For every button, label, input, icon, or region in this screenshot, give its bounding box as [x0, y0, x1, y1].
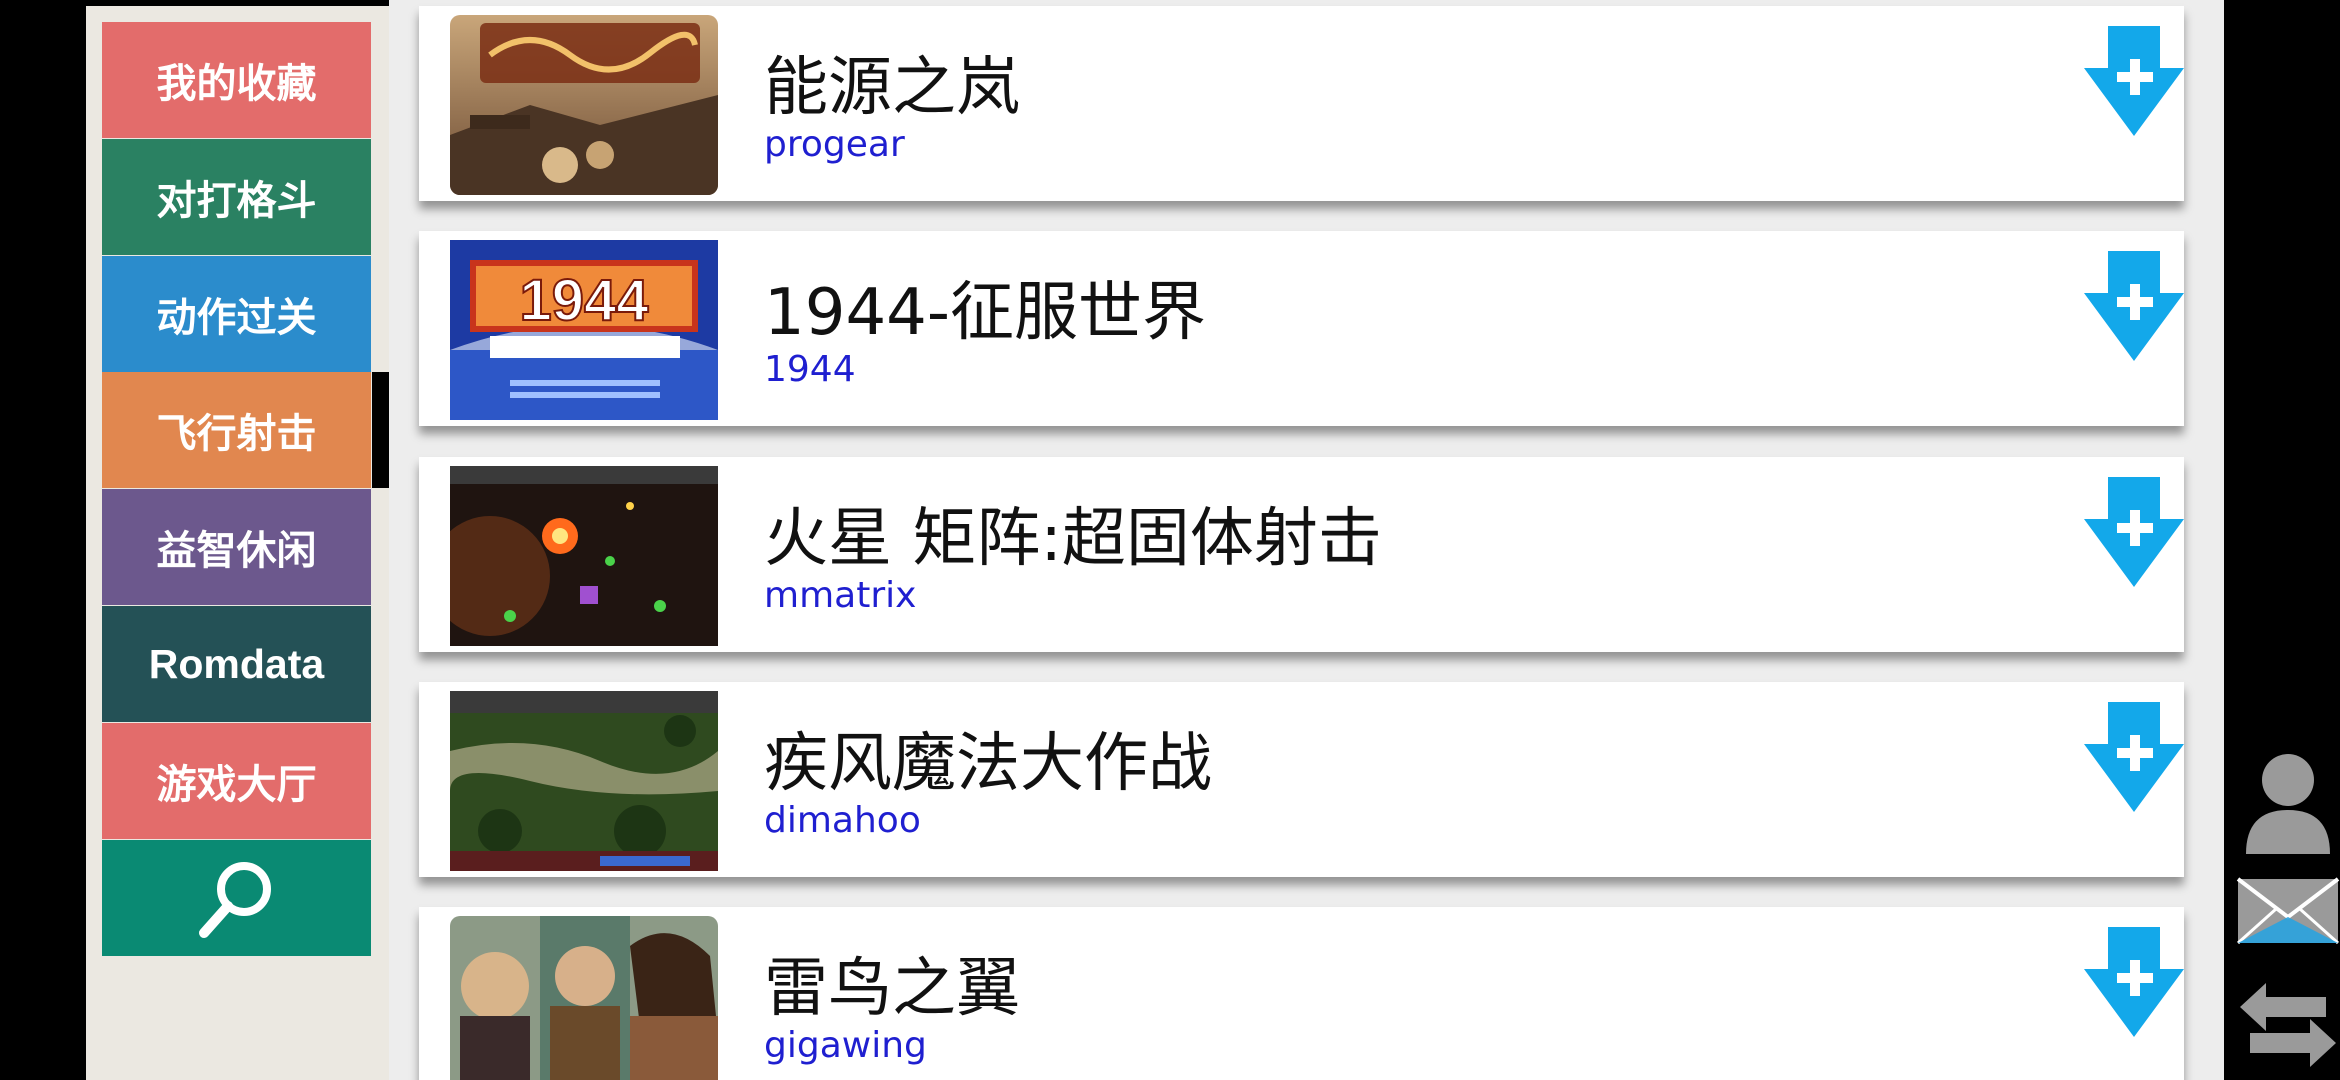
- category-label: 动作过关: [156, 295, 317, 341]
- category-fighting[interactable]: 对打格斗: [102, 139, 371, 255]
- game-rom-name: gigawing: [764, 1025, 927, 1066]
- game-rom-name: 1944: [764, 349, 856, 390]
- download-icon[interactable]: [2084, 927, 2184, 1037]
- game-card[interactable]: 疾风魔法大作战 dimahoo: [419, 682, 2184, 877]
- game-card[interactable]: 火星 矩阵:超固体射击 mmatrix: [419, 457, 2184, 652]
- game-rom-name: mmatrix: [764, 575, 917, 616]
- game-thumbnail: [450, 691, 718, 871]
- game-rom-name: dimahoo: [764, 800, 921, 841]
- category-label: 我的收藏: [156, 61, 317, 107]
- game-title: 火星 矩阵:超固体射击: [764, 502, 1382, 576]
- swap-icon[interactable]: [2236, 975, 2340, 1075]
- category-label: 对打格斗: [156, 178, 317, 224]
- svg-text:1944: 1944: [519, 268, 648, 333]
- search-button[interactable]: [102, 840, 371, 956]
- game-card[interactable]: 1944 1944-征服世界 1944: [419, 231, 2184, 426]
- category-favorites[interactable]: 我的收藏: [102, 22, 371, 138]
- game-list[interactable]: 能源之岚 progear 1944 1944-征服世界 1944 火星 矩阵:超…: [389, 0, 2224, 1080]
- category-shooting[interactable]: 飞行射击: [102, 372, 371, 488]
- download-icon[interactable]: [2084, 702, 2184, 812]
- category-romdata[interactable]: Romdata: [102, 606, 371, 722]
- download-icon[interactable]: [2084, 477, 2184, 587]
- game-title: 雷鸟之翼: [764, 952, 1020, 1026]
- category-action[interactable]: 动作过关: [102, 256, 371, 372]
- game-thumbnail: 1944: [450, 240, 718, 420]
- game-thumbnail: [450, 15, 718, 195]
- game-thumbnail: [450, 916, 718, 1080]
- game-title: 疾风魔法大作战: [764, 727, 1212, 801]
- category-label: 游戏大厅: [156, 762, 317, 808]
- user-icon[interactable]: [2236, 750, 2340, 854]
- download-icon[interactable]: [2084, 26, 2184, 136]
- game-card[interactable]: 雷鸟之翼 gigawing: [419, 907, 2184, 1080]
- mail-icon[interactable]: [2236, 875, 2340, 947]
- category-label: 飞行射击: [156, 411, 317, 457]
- game-rom-name: progear: [764, 124, 905, 165]
- game-title: 1944-征服世界: [764, 276, 1206, 350]
- download-icon[interactable]: [2084, 251, 2184, 361]
- game-thumbnail: [450, 466, 718, 646]
- game-card[interactable]: 能源之岚 progear: [419, 6, 2184, 201]
- category-game-lobby[interactable]: 游戏大厅: [102, 723, 371, 839]
- category-label: Romdata: [148, 640, 325, 687]
- category-puzzle[interactable]: 益智休闲: [102, 489, 371, 605]
- category-label: 益智休闲: [156, 528, 317, 574]
- active-category-indicator: [372, 372, 389, 488]
- search-icon: [198, 862, 271, 938]
- game-title: 能源之岚: [764, 51, 1020, 125]
